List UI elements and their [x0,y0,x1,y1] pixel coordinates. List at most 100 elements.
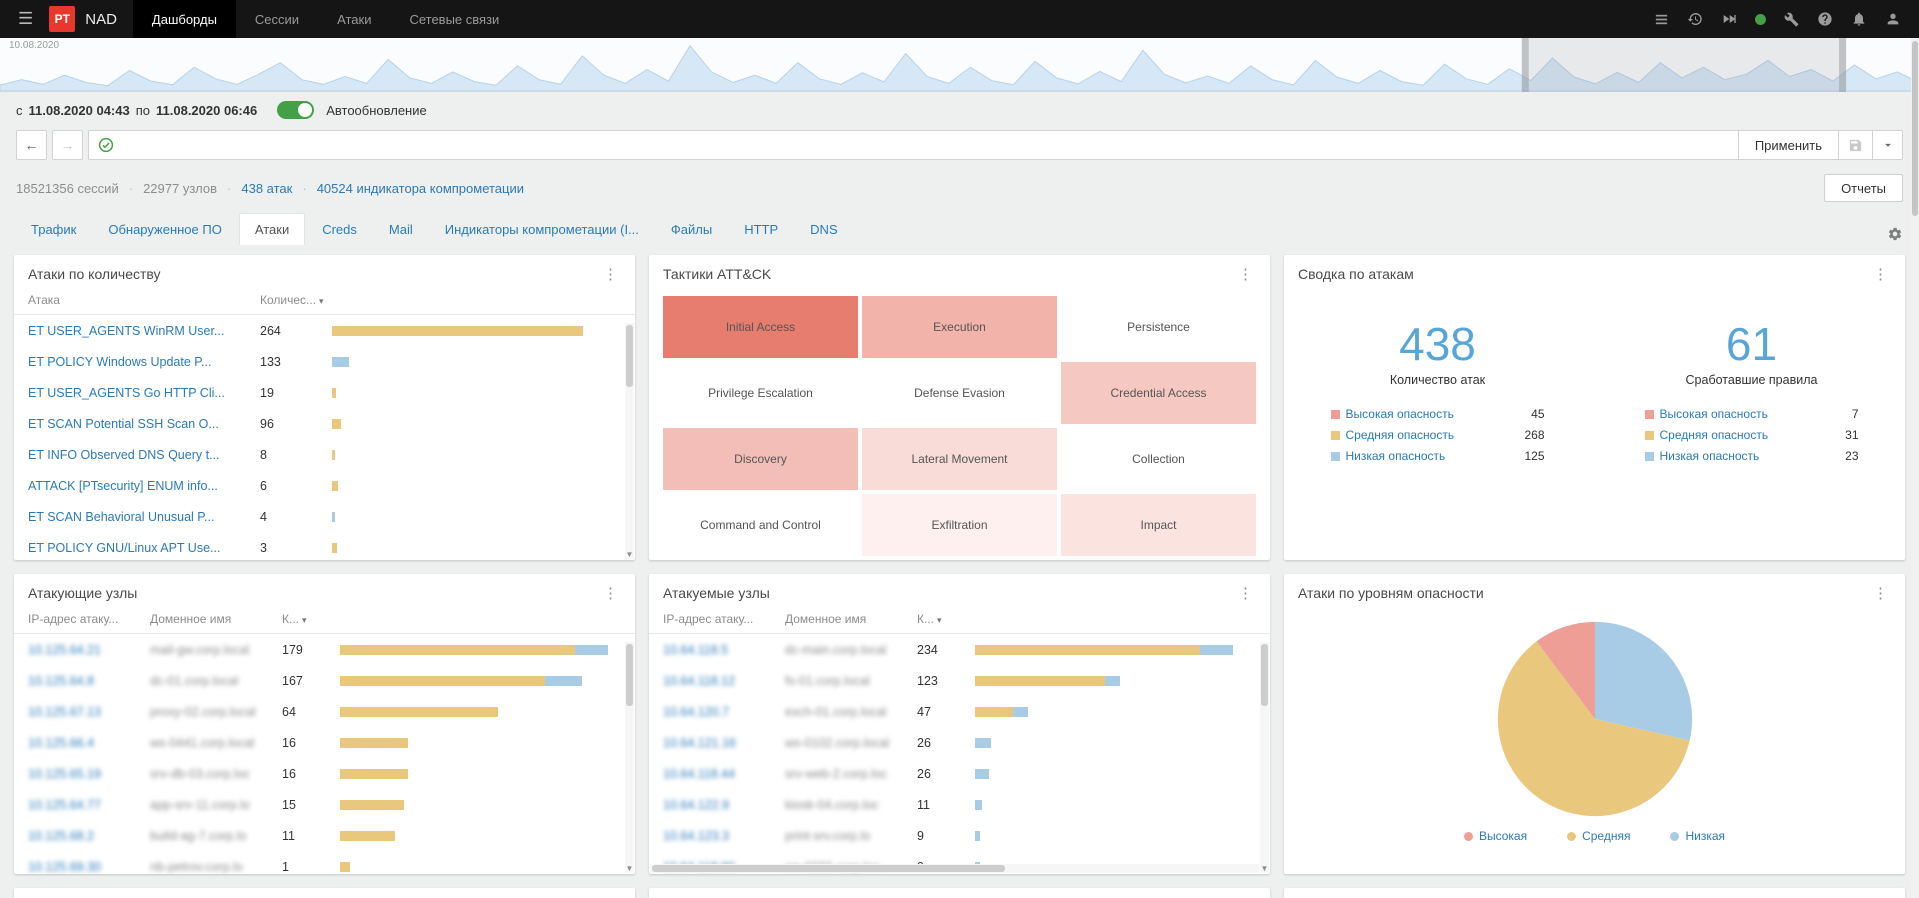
attack-bar [332,356,621,367]
legend-label[interactable]: Средняя опасность [1660,428,1840,442]
legend-label[interactable]: Низкая опасность [1660,449,1840,463]
tactic-tile-2[interactable]: Persistence [1061,296,1256,358]
legend-label[interactable]: Низкая опасность [1346,449,1519,463]
user-icon[interactable] [1885,11,1901,27]
legend-label[interactable]: Высокая опасность [1346,407,1526,421]
card-menu-button[interactable]: ⋮ [1870,586,1891,601]
tab-8[interactable]: DNS [795,214,852,245]
tab-0[interactable]: Трафик [16,214,91,245]
horizontal-scrollbar[interactable] [650,864,1259,873]
tactic-tile-11[interactable]: Impact [1061,494,1256,556]
help-icon[interactable] [1817,11,1833,27]
skip-forward-icon[interactable] [1721,11,1737,27]
legend-label[interactable]: Высокая опасность [1660,407,1846,421]
attack-name-link[interactable]: ET USER_AGENTS Go HTTP Cli... [28,386,260,400]
tab-3[interactable]: Creds [307,214,372,245]
filter-back-button[interactable]: ← [16,130,47,160]
col-count[interactable]: Количес... ▾ [260,293,332,307]
col-count[interactable]: К... ▾ [917,612,975,626]
tactic-tile-1[interactable]: Execution [862,296,1057,358]
col-ip[interactable]: IP-адрес атаку... [663,612,785,626]
card-menu-button[interactable]: ⋮ [600,586,621,601]
nav-item-1[interactable]: Сессии [236,0,318,38]
card-menu-button[interactable]: ⋮ [1235,586,1256,601]
col-count[interactable]: К... ▾ [282,612,340,626]
node-ip-link[interactable]: 10.64.118.5 [663,643,785,657]
col-domain[interactable]: Доменное имя [785,612,917,626]
vertical-scrollbar[interactable]: ▼ [625,323,634,559]
wrench-icon[interactable] [1784,12,1799,27]
filter-dropdown-button[interactable] [1873,130,1903,160]
attack-name-link[interactable]: ET SCAN Behavioral Unusual P... [28,510,260,524]
tactic-tile-8[interactable]: Collection [1061,428,1256,490]
nav-item-2[interactable]: Атаки [318,0,390,38]
node-ip-link[interactable]: 10.125.68.2 [28,829,150,843]
bar-segment [332,325,583,336]
tab-6[interactable]: Файлы [656,214,727,245]
col-attack[interactable]: Атака [28,293,260,307]
filter-query-input[interactable] [122,137,1729,153]
card-menu-button[interactable]: ⋮ [1235,267,1256,282]
node-ip-link[interactable]: 10.125.67.13 [28,705,150,719]
tactic-tile-7[interactable]: Lateral Movement [862,428,1057,490]
node-ip-link[interactable]: 10.64.118.44 [663,767,785,781]
tactic-tile-9[interactable]: Command and Control [663,494,858,556]
nav-item-0[interactable]: Дашборды [132,0,236,38]
node-ip-link[interactable]: 10.64.120.7 [663,705,785,719]
filter-forward-button[interactable]: → [52,130,83,160]
node-ip-link[interactable]: 10.64.123.3 [663,829,785,843]
card-menu-button[interactable]: ⋮ [600,267,621,282]
node-ip-link[interactable]: 10.64.122.9 [663,798,785,812]
autorefresh-toggle[interactable] [277,101,315,119]
tactic-tile-5[interactable]: Credential Access [1061,362,1256,424]
node-bar [975,768,1256,779]
col-domain[interactable]: Доменное имя [150,612,282,626]
tab-7[interactable]: HTTP [729,214,793,245]
node-ip-link[interactable]: 10.125.69.30 [28,860,150,874]
attack-name-link[interactable]: ATTACK [PTsecurity] ENUM info... [28,479,260,493]
tactic-tile-6[interactable]: Discovery [663,428,858,490]
tactic-tile-0[interactable]: Initial Access [663,296,858,358]
legend-label[interactable]: Средняя опасность [1346,428,1519,442]
bell-icon[interactable] [1851,11,1867,27]
tab-1[interactable]: Обнаруженное ПО [93,214,237,245]
tactic-tile-3[interactable]: Privilege Escalation [663,362,858,424]
tactic-tile-4[interactable]: Defense Evasion [862,362,1057,424]
attack-name-link[interactable]: ET INFO Observed DNS Query t... [28,448,260,462]
traffic-timeline[interactable]: 10.08.2020 [0,38,1919,92]
save-filter-button[interactable] [1839,130,1873,160]
attack-name-link[interactable]: ET POLICY Windows Update P... [28,355,260,369]
tab-4[interactable]: Mail [374,214,428,245]
tab-2[interactable]: Атаки [238,213,306,245]
attack-name-link[interactable]: ET SCAN Potential SSH Scan O... [28,417,260,431]
card-menu-button[interactable]: ⋮ [1870,267,1891,282]
list-icon[interactable] [1654,12,1669,27]
page-scrollbar[interactable] [1911,38,1919,898]
pie-legend-item-1[interactable]: Средняя [1567,829,1630,843]
tactic-tile-10[interactable]: Exfiltration [862,494,1057,556]
node-ip-link[interactable]: 10.125.65.19 [28,767,150,781]
node-ip-link[interactable]: 10.125.64.77 [28,798,150,812]
nav-item-3[interactable]: Сетевые связи [390,0,518,38]
history-icon[interactable] [1687,11,1703,27]
node-ip-link[interactable]: 10.64.121.16 [663,736,785,750]
vertical-scrollbar[interactable]: ▼ [625,642,634,873]
pie-legend-item-2[interactable]: Низкая [1670,829,1725,843]
node-ip-link[interactable]: 10.125.66.4 [28,736,150,750]
metric-legend: Высокая опасность 45 Средняя опасность 268 Н… [1330,407,1545,463]
apply-button[interactable]: Применить [1738,130,1839,160]
node-ip-link[interactable]: 10.125.64.21 [28,643,150,657]
dashboard-settings-gear-icon[interactable] [1887,226,1903,245]
stat-item-2[interactable]: 438 атак [241,181,292,196]
stat-item-3[interactable]: 40524 индикатора компрометации [317,181,524,196]
attack-name-link[interactable]: ET POLICY GNU/Linux APT Use... [28,541,260,555]
node-ip-link[interactable]: 10.64.118.12 [663,674,785,688]
node-ip-link[interactable]: 10.125.64.8 [28,674,150,688]
col-ip[interactable]: IP-адрес атаку... [28,612,150,626]
pie-legend-item-0[interactable]: Высокая [1463,829,1527,843]
attack-name-link[interactable]: ET USER_AGENTS WinRM User... [28,324,260,338]
vertical-scrollbar[interactable]: ▼ [1260,642,1269,873]
reports-button[interactable]: Отчеты [1824,174,1903,202]
tab-5[interactable]: Индикаторы компрометации (I... [430,214,654,245]
hamburger-menu-icon[interactable]: ☰ [8,0,43,38]
